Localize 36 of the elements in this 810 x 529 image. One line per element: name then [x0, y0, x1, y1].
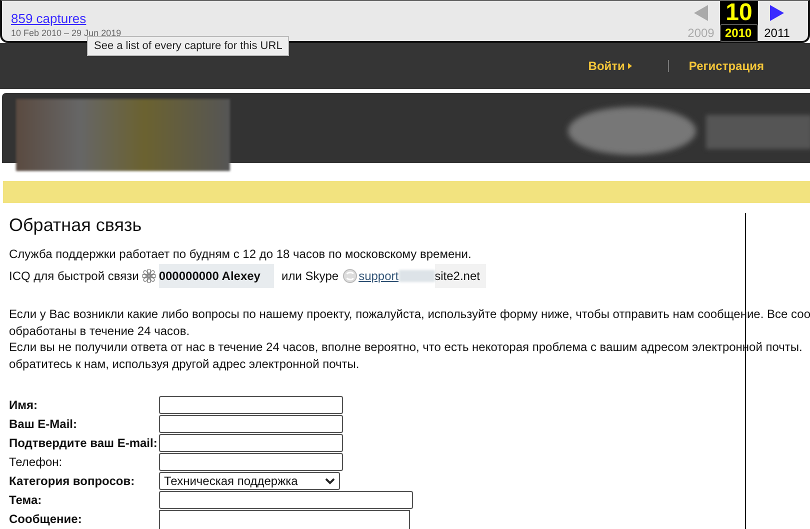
tooltip: See a list of every capture for this URL	[87, 36, 290, 56]
year-link[interactable]: 2010	[720, 24, 758, 42]
input-field[interactable]	[159, 396, 343, 414]
skype-domain: site2.net	[434, 264, 486, 288]
input-field[interactable]	[159, 491, 413, 509]
captures-link[interactable]: 859 captures	[11, 11, 122, 26]
field-label: Имя:	[9, 397, 38, 414]
nav-link[interactable]: Войти	[588, 59, 632, 73]
nav-link[interactable]: Регистрация	[688, 59, 764, 73]
next-arrow-icon[interactable]	[769, 4, 785, 22]
skype-icon	[342, 268, 358, 284]
field-label: Ваш E-Mail:	[9, 416, 78, 433]
blurred-text	[398, 270, 435, 282]
field-label: Категория вопросов:	[9, 473, 136, 490]
flower-icon	[142, 269, 156, 283]
field-label: Телефон:	[9, 454, 64, 471]
field-label: Сообщение:	[9, 511, 83, 528]
info-text-line: обратитесь к нам, используя другой адрес электронной почты.	[9, 356, 360, 372]
icq-label: ICQ для быстрой связи	[9, 268, 139, 285]
chevron-down-icon	[325, 478, 335, 484]
field-label: Тема:	[9, 492, 43, 509]
year-link[interactable]: 2011	[764, 26, 790, 40]
skype-label: или Skype	[281, 268, 339, 285]
page-title: Обратная связь	[9, 215, 143, 236]
category-dropdown[interactable]: Техническая поддержка	[159, 472, 340, 490]
triangle-icon	[628, 63, 632, 69]
date-range: 10 Feb 2010 – 29 Jun 2019	[11, 28, 122, 38]
input-field[interactable]	[159, 434, 343, 452]
icq-contact: 000000000 Alexey	[158, 264, 274, 288]
support-hours: Служба поддержки работает по будням с 12 до 18 часов по московскому времени.	[9, 246, 472, 263]
skype-link[interactable]: support	[358, 266, 399, 286]
info-text-line: обработаны в течение 24 часов.	[9, 322, 191, 339]
input-field[interactable]	[159, 415, 343, 433]
input-field[interactable]	[159, 453, 343, 471]
day-number: 10	[726, 1, 752, 25]
field-label: Подтвердите ваш E-mail:	[9, 435, 158, 452]
